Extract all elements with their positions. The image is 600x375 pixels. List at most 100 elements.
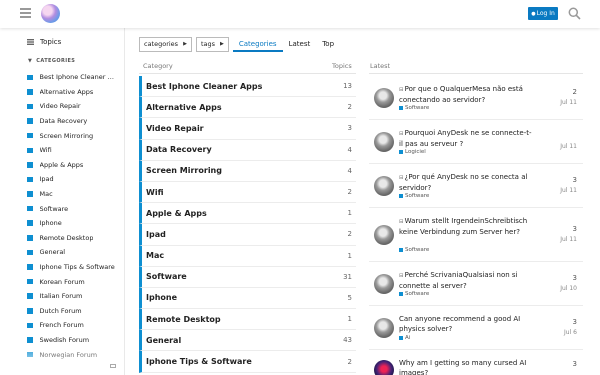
category-row[interactable]: Video Repair 3 (139, 118, 356, 140)
category-name[interactable]: Iphone Tips & Software (146, 357, 252, 366)
category-name[interactable]: Video Repair (146, 124, 204, 133)
category-name[interactable]: Data Recovery (146, 145, 212, 154)
avatar[interactable] (374, 274, 394, 294)
topic-title: Can anyone recommend a good AI physics s… (399, 315, 521, 333)
sidebar-category-item[interactable]: Iphone Tips & Software (27, 260, 117, 275)
sidebar-category-item[interactable]: General (27, 245, 117, 260)
sidebar-category-label: Remote Desktop (39, 233, 94, 242)
latest-topic-row[interactable]: ⊟Por que o QualquerMesa não está conecta… (369, 76, 583, 120)
category-row[interactable]: Data Recovery 4 (139, 139, 356, 161)
avatar[interactable] (374, 318, 394, 338)
sidebar-category-item[interactable]: Iphone (27, 216, 117, 231)
topic-title-link[interactable]: ⊟Pourquoi AnyDesk ne se connecte-t-il pa… (399, 128, 535, 149)
sidebar-category-item[interactable]: Software (27, 201, 117, 216)
category-name[interactable]: Wifi (146, 188, 164, 197)
tab-top[interactable]: Top (316, 36, 340, 52)
category-row[interactable]: Apple & Apps 1 (139, 203, 356, 225)
sidebar-category-item[interactable]: Dutch Forum (27, 304, 117, 319)
sidebar-category-item[interactable]: Wifi (27, 143, 117, 158)
sidebar-category-item[interactable]: Korean Forum (27, 274, 117, 289)
topic-title-link[interactable]: ⊟¿Por qué AnyDesk no se conecta al servi… (399, 172, 535, 193)
topic-activity-date[interactable]: Jul 10 (560, 285, 577, 292)
hamburger-menu-icon[interactable] (20, 8, 31, 18)
category-row[interactable]: Software 31 (139, 266, 356, 288)
sidebar-category-label: Screen Mirroring (39, 131, 94, 140)
category-name[interactable]: Remote Desktop (146, 315, 221, 324)
sidebar-topics-link[interactable]: Topics (27, 38, 61, 46)
topic-category-label: Software (405, 247, 430, 253)
sidebar-category-item[interactable]: French Forum (27, 318, 117, 333)
tab-latest[interactable]: Latest (283, 36, 317, 52)
category-row[interactable]: Iphone 5 (139, 287, 356, 310)
sidebar-category-item[interactable]: Mac (27, 187, 117, 202)
category-row[interactable]: Best Iphone Cleaner Apps 13 (139, 76, 356, 98)
topic-category-badge[interactable]: Software (399, 193, 429, 199)
topic-activity-date[interactable]: Jul 11 (560, 99, 577, 106)
category-name[interactable]: Best Iphone Cleaner Apps (146, 82, 262, 91)
sidebar-category-item[interactable]: Video Repair (27, 99, 117, 114)
sidebar-category-item[interactable]: Remote Desktop (27, 231, 117, 246)
site-logo[interactable] (41, 4, 60, 23)
sidebar-category-item[interactable]: Best Iphone Cleaner Apps (27, 70, 117, 85)
category-name[interactable]: Software (146, 272, 187, 281)
search-icon[interactable] (568, 7, 581, 20)
latest-topic-row[interactable]: ⊟¿Por qué AnyDesk no se conecta al servi… (369, 164, 583, 208)
sidebar-category-item[interactable]: Data Recovery (27, 114, 117, 129)
avatar[interactable] (374, 225, 394, 245)
avatar[interactable] (374, 88, 394, 108)
category-color-badge (27, 235, 33, 241)
sidebar-category-item[interactable]: Alternative Apps (27, 85, 117, 100)
sidebar-category-label: Data Recovery (39, 117, 88, 126)
category-row[interactable]: Remote Desktop 1 (139, 309, 356, 331)
topic-activity-date[interactable]: Jul 11 (560, 143, 577, 150)
category-name[interactable]: General (146, 336, 181, 345)
avatar[interactable] (374, 360, 394, 375)
avatar[interactable] (374, 132, 394, 152)
sidebar-category-item[interactable]: Apple & Apps (27, 158, 117, 173)
latest-topic-row[interactable]: Can anyone recommend a good AI physics s… (369, 306, 583, 350)
tab-categories[interactable]: Categories (232, 36, 283, 52)
topic-title-link[interactable]: Can anyone recommend a good AI physics s… (399, 314, 535, 334)
sidebar-category-item[interactable]: Screen Mirroring (27, 128, 117, 143)
category-row[interactable]: Mac 1 (139, 245, 356, 267)
topic-activity-date[interactable]: Jul 11 (560, 187, 577, 194)
category-row[interactable]: Alternative Apps 2 (139, 97, 356, 119)
latest-topic-row[interactable]: ⊟Perché ScrivaniaQualsiasi non si connet… (369, 262, 583, 306)
login-button[interactable]: ●Log In (528, 7, 558, 20)
latest-topic-row[interactable]: ⊟Warum stellt IrgendeinSchreibtisch kein… (369, 208, 583, 262)
sidebar-collapse-icon[interactable] (110, 364, 116, 368)
category-name[interactable]: Iphone (146, 293, 177, 302)
category-row[interactable]: Iphone Tips & Software 2 (139, 351, 356, 373)
avatar[interactable] (374, 176, 394, 196)
topic-category-badge[interactable]: Logiciel (399, 149, 426, 155)
category-topic-count: 3 (347, 124, 352, 133)
sidebar-category-item[interactable]: Ipad (27, 172, 117, 187)
topic-category-badge[interactable]: Software (399, 291, 429, 297)
category-name[interactable]: Alternative Apps (146, 103, 222, 112)
topic-activity-date[interactable]: Jul 6 (564, 329, 577, 336)
latest-topic-row[interactable]: Why am I getting so many cursed AI image… (369, 350, 583, 375)
sidebar-category-label: Iphone (39, 219, 62, 228)
topic-activity-date[interactable]: Jul 11 (560, 236, 577, 243)
sidebar-categories-toggle[interactable]: ▼ CATEGORIES (28, 58, 75, 64)
tags-dropdown[interactable]: tags ▶ (195, 36, 229, 52)
category-row[interactable]: Screen Mirroring 4 (139, 160, 356, 182)
latest-topic-row[interactable]: ⊟Pourquoi AnyDesk ne se connecte-t-il pa… (369, 120, 583, 164)
category-name[interactable]: Screen Mirroring (146, 166, 222, 175)
topic-category-badge[interactable]: Ai (399, 335, 410, 341)
category-name[interactable]: Apple & Apps (146, 209, 207, 218)
category-row[interactable]: Wifi 2 (139, 181, 356, 204)
category-name[interactable]: Ipad (146, 230, 166, 239)
category-row[interactable]: Ipad 2 (139, 224, 356, 246)
category-name[interactable]: Mac (146, 251, 164, 260)
topic-category-badge[interactable]: Software (399, 247, 429, 253)
category-color-badge (27, 191, 33, 197)
topic-title-link[interactable]: ⊟Perché ScrivaniaQualsiasi non si connet… (399, 270, 535, 291)
topic-title-link[interactable]: ⊟Warum stellt IrgendeinSchreibtisch kein… (399, 216, 535, 237)
topic-category-badge[interactable]: Software (399, 105, 429, 111)
sidebar-category-item[interactable]: Italian Forum (27, 289, 117, 304)
categories-dropdown[interactable]: categories ▶ (139, 36, 192, 52)
category-row[interactable]: General 43 (139, 330, 356, 352)
topic-title-link[interactable]: Why am I getting so many cursed AI image… (399, 358, 535, 375)
topic-title-link[interactable]: ⊟Por que o QualquerMesa não está conecta… (399, 84, 535, 105)
